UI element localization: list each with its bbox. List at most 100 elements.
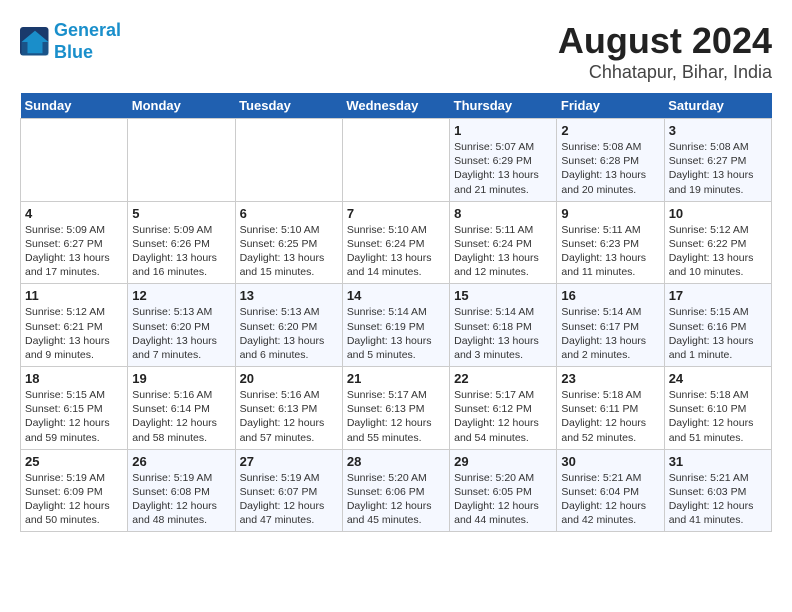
- header-cell-friday: Friday: [557, 93, 664, 119]
- day-number: 21: [347, 371, 445, 386]
- day-number: 10: [669, 206, 767, 221]
- day-info: Sunrise: 5:20 AM Sunset: 6:05 PM Dayligh…: [454, 471, 552, 528]
- day-info: Sunrise: 5:18 AM Sunset: 6:10 PM Dayligh…: [669, 388, 767, 445]
- day-cell: 12Sunrise: 5:13 AM Sunset: 6:20 PM Dayli…: [128, 284, 235, 367]
- header-cell-saturday: Saturday: [664, 93, 771, 119]
- day-info: Sunrise: 5:19 AM Sunset: 6:08 PM Dayligh…: [132, 471, 230, 528]
- header-cell-sunday: Sunday: [21, 93, 128, 119]
- week-row-3: 11 Sunrise: 5:12 AM Sunset: 6:21 PM Dayli…: [21, 284, 772, 367]
- day-number: 22: [454, 371, 552, 386]
- day-info: Sunrise: 5:12 AM Sunset: 6:21 PM Dayligh…: [25, 305, 123, 362]
- day-number: 13: [240, 288, 338, 303]
- day-cell: 19 Sunrise: 5:16 AM Sunset: 6:14 PM Dayli…: [128, 367, 235, 450]
- logo-line2: Blue: [54, 42, 93, 62]
- day-number: 1: [454, 123, 552, 138]
- day-cell: 11 Sunrise: 5:12 AM Sunset: 6:21 PM Dayli…: [21, 284, 128, 367]
- day-info: Sunrise: 5:15 AM Sunset: 6:16 PM Dayligh…: [669, 305, 767, 362]
- day-info: Sunrise: 5:17 AM Sunset: 6:13 PM Dayligh…: [347, 388, 445, 445]
- day-cell: 31Sunrise: 5:21 AM Sunset: 6:03 PM Dayli…: [664, 449, 771, 532]
- day-info: Sunrise: 5:21 AM Sunset: 6:04 PM Dayligh…: [561, 471, 659, 528]
- day-cell: 20Sunrise: 5:16 AM Sunset: 6:13 PM Dayli…: [235, 367, 342, 450]
- logo-icon: [20, 27, 50, 57]
- day-number: 17: [669, 288, 767, 303]
- day-cell: 10 Sunrise: 5:12 AM Sunset: 6:22 PM Dayli…: [664, 201, 771, 284]
- day-cell: 26Sunrise: 5:19 AM Sunset: 6:08 PM Dayli…: [128, 449, 235, 532]
- day-number: 28: [347, 454, 445, 469]
- day-cell: [235, 119, 342, 202]
- week-row-2: 4 Sunrise: 5:09 AM Sunset: 6:27 PM Daylig…: [21, 201, 772, 284]
- day-info: Sunrise: 5:19 AM Sunset: 6:09 PM Dayligh…: [25, 471, 123, 528]
- page-title: August 2024: [558, 20, 772, 62]
- day-info: Sunrise: 5:15 AM Sunset: 6:15 PM Dayligh…: [25, 388, 123, 445]
- day-number: 20: [240, 371, 338, 386]
- calendar-header: SundayMondayTuesdayWednesdayThursdayFrid…: [21, 93, 772, 119]
- day-cell: 22 Sunrise: 5:17 AM Sunset: 6:12 PM Dayli…: [450, 367, 557, 450]
- day-info: Sunrise: 5:08 AM Sunset: 6:27 PM Dayligh…: [669, 140, 767, 197]
- day-info: Sunrise: 5:10 AM Sunset: 6:25 PM Dayligh…: [240, 223, 338, 280]
- day-number: 4: [25, 206, 123, 221]
- day-info: Sunrise: 5:20 AM Sunset: 6:06 PM Dayligh…: [347, 471, 445, 528]
- day-cell: 17 Sunrise: 5:15 AM Sunset: 6:16 PM Dayli…: [664, 284, 771, 367]
- day-cell: 7Sunrise: 5:10 AM Sunset: 6:24 PM Daylig…: [342, 201, 449, 284]
- day-cell: [342, 119, 449, 202]
- day-number: 11: [25, 288, 123, 303]
- day-cell: 27 Sunrise: 5:19 AM Sunset: 6:07 PM Dayli…: [235, 449, 342, 532]
- header-cell-tuesday: Tuesday: [235, 93, 342, 119]
- header-cell-monday: Monday: [128, 93, 235, 119]
- day-info: Sunrise: 5:14 AM Sunset: 6:19 PM Dayligh…: [347, 305, 445, 362]
- day-number: 3: [669, 123, 767, 138]
- week-row-5: 25 Sunrise: 5:19 AM Sunset: 6:09 PM Dayli…: [21, 449, 772, 532]
- day-info: Sunrise: 5:13 AM Sunset: 6:20 PM Dayligh…: [240, 305, 338, 362]
- day-number: 9: [561, 206, 659, 221]
- day-number: 30: [561, 454, 659, 469]
- day-info: Sunrise: 5:12 AM Sunset: 6:22 PM Dayligh…: [669, 223, 767, 280]
- day-number: 6: [240, 206, 338, 221]
- day-info: Sunrise: 5:19 AM Sunset: 6:07 PM Dayligh…: [240, 471, 338, 528]
- day-cell: 13 Sunrise: 5:13 AM Sunset: 6:20 PM Dayli…: [235, 284, 342, 367]
- day-info: Sunrise: 5:17 AM Sunset: 6:12 PM Dayligh…: [454, 388, 552, 445]
- day-cell: 2Sunrise: 5:08 AM Sunset: 6:28 PM Daylig…: [557, 119, 664, 202]
- day-cell: 18 Sunrise: 5:15 AM Sunset: 6:15 PM Dayli…: [21, 367, 128, 450]
- day-cell: 30 Sunrise: 5:21 AM Sunset: 6:04 PM Dayli…: [557, 449, 664, 532]
- day-cell: 15Sunrise: 5:14 AM Sunset: 6:18 PM Dayli…: [450, 284, 557, 367]
- day-cell: [128, 119, 235, 202]
- day-cell: 25 Sunrise: 5:19 AM Sunset: 6:09 PM Dayli…: [21, 449, 128, 532]
- calendar-table: SundayMondayTuesdayWednesdayThursdayFrid…: [20, 93, 772, 532]
- logo-text: General Blue: [54, 20, 121, 63]
- logo-line1: General: [54, 20, 121, 40]
- title-block: August 2024 Chhatapur, Bihar, India: [558, 20, 772, 83]
- header-row: SundayMondayTuesdayWednesdayThursdayFrid…: [21, 93, 772, 119]
- day-info: Sunrise: 5:14 AM Sunset: 6:17 PM Dayligh…: [561, 305, 659, 362]
- day-info: Sunrise: 5:11 AM Sunset: 6:24 PM Dayligh…: [454, 223, 552, 280]
- day-info: Sunrise: 5:09 AM Sunset: 6:27 PM Dayligh…: [25, 223, 123, 280]
- day-number: 15: [454, 288, 552, 303]
- day-cell: 6 Sunrise: 5:10 AM Sunset: 6:25 PM Daylig…: [235, 201, 342, 284]
- day-number: 14: [347, 288, 445, 303]
- day-cell: 28 Sunrise: 5:20 AM Sunset: 6:06 PM Dayli…: [342, 449, 449, 532]
- day-cell: 29 Sunrise: 5:20 AM Sunset: 6:05 PM Dayli…: [450, 449, 557, 532]
- day-cell: 23Sunrise: 5:18 AM Sunset: 6:11 PM Dayli…: [557, 367, 664, 450]
- day-info: Sunrise: 5:21 AM Sunset: 6:03 PM Dayligh…: [669, 471, 767, 528]
- logo: General Blue: [20, 20, 121, 63]
- day-cell: 5Sunrise: 5:09 AM Sunset: 6:26 PM Daylig…: [128, 201, 235, 284]
- header-cell-wednesday: Wednesday: [342, 93, 449, 119]
- day-info: Sunrise: 5:07 AM Sunset: 6:29 PM Dayligh…: [454, 140, 552, 197]
- day-number: 5: [132, 206, 230, 221]
- day-number: 19: [132, 371, 230, 386]
- day-cell: 3 Sunrise: 5:08 AM Sunset: 6:27 PM Daylig…: [664, 119, 771, 202]
- day-number: 18: [25, 371, 123, 386]
- page-subtitle: Chhatapur, Bihar, India: [558, 62, 772, 83]
- day-number: 12: [132, 288, 230, 303]
- day-number: 8: [454, 206, 552, 221]
- day-cell: 16Sunrise: 5:14 AM Sunset: 6:17 PM Dayli…: [557, 284, 664, 367]
- day-info: Sunrise: 5:11 AM Sunset: 6:23 PM Dayligh…: [561, 223, 659, 280]
- day-cell: 4 Sunrise: 5:09 AM Sunset: 6:27 PM Daylig…: [21, 201, 128, 284]
- day-cell: [21, 119, 128, 202]
- day-cell: 9 Sunrise: 5:11 AM Sunset: 6:23 PM Daylig…: [557, 201, 664, 284]
- day-info: Sunrise: 5:18 AM Sunset: 6:11 PM Dayligh…: [561, 388, 659, 445]
- day-number: 29: [454, 454, 552, 469]
- day-info: Sunrise: 5:16 AM Sunset: 6:14 PM Dayligh…: [132, 388, 230, 445]
- day-number: 27: [240, 454, 338, 469]
- page-header: General Blue August 2024 Chhatapur, Biha…: [20, 20, 772, 83]
- day-number: 25: [25, 454, 123, 469]
